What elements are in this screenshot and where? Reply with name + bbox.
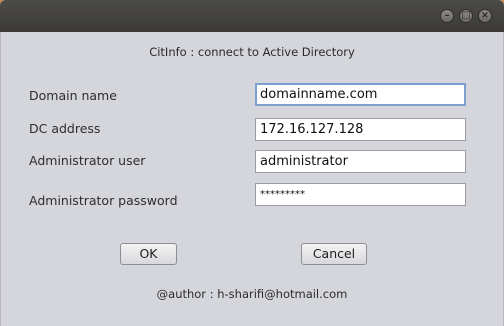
dialog-body: CitInfo : connect to Active Directory Do… (0, 32, 504, 326)
close-icon[interactable]: × (478, 9, 492, 23)
domain-name-input[interactable] (255, 83, 466, 106)
dialog-heading: CitInfo : connect to Active Directory (149, 45, 355, 59)
cancel-button[interactable]: Cancel (301, 243, 367, 265)
admin-password-input[interactable] (255, 183, 466, 206)
ok-button[interactable]: OK (120, 243, 177, 265)
dialog-window: – □ × CitInfo : connect to Active Direct… (0, 0, 504, 326)
author-footer: @author : h-sharifi@hotmail.com (156, 287, 348, 301)
minimize-icon[interactable]: – (440, 9, 454, 23)
maximize-icon[interactable]: □ (459, 9, 473, 23)
dc-address-label: DC address (29, 121, 101, 136)
admin-password-label: Administrator password (29, 193, 178, 208)
admin-user-input[interactable] (255, 150, 466, 173)
domain-name-label: Domain name (29, 88, 117, 103)
title-bar[interactable]: – □ × (0, 0, 504, 33)
dc-address-input[interactable] (255, 118, 466, 141)
admin-user-label: Administrator user (29, 153, 146, 168)
